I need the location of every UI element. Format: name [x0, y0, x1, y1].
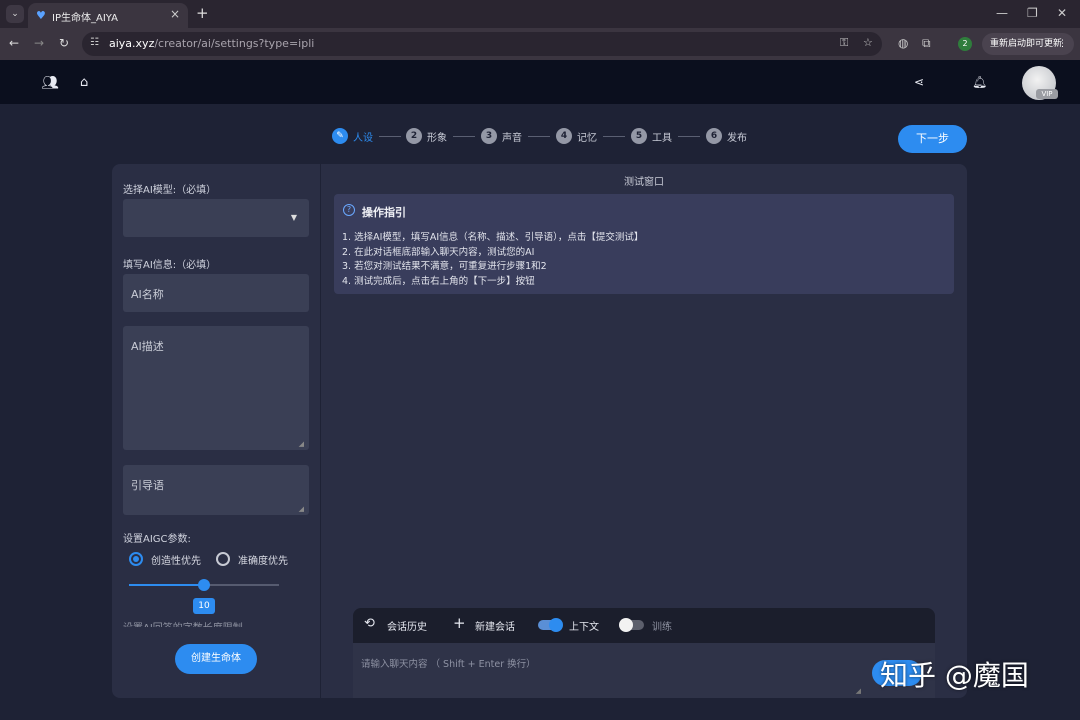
users-icon[interactable]: 👥︎ [41, 75, 59, 91]
step-label: 发布 [727, 133, 747, 144]
step-number: 5 [631, 128, 647, 144]
step-label: 工具 [652, 133, 672, 144]
favicon-icon: ♥ [36, 9, 46, 22]
home-icon[interactable]: ⌂ [80, 75, 88, 90]
guide-title: 操作指引 [362, 206, 406, 219]
step-number: 3 [481, 128, 497, 144]
help-circle-icon: ? [343, 204, 355, 216]
guide-box: ? 操作指引 1. 选择AI模型，填写AI信息（名称、描述、引导语），点击【提交… [334, 194, 954, 294]
history-button[interactable]: 会话历史 [387, 618, 427, 633]
step-connector [678, 136, 700, 137]
address-bar[interactable]: ☷ aiya.xyz/creator/ai/settings?type=ipli… [82, 32, 882, 56]
menu-dots-icon: ⋮ [1058, 39, 1067, 49]
new-chat-button[interactable]: 新建会话 [475, 618, 515, 633]
watermark: 知乎 @魔国 [880, 659, 1029, 692]
edit-icon: ✎ [332, 128, 348, 144]
bookmark-star-icon[interactable]: ☆ [863, 36, 873, 49]
profile-avatar[interactable]: 2 [958, 37, 972, 51]
context-toggle[interactable] [538, 618, 563, 632]
history-icon[interactable]: ⟲ [364, 616, 375, 631]
resize-grip-icon[interactable]: ◢ [299, 505, 304, 513]
resize-grip-icon[interactable]: ◢ [299, 440, 304, 448]
ai-name-input[interactable]: AI名称 [123, 274, 309, 312]
guide-step: 2. 在此对话框底部输入聊天内容，测试您的AI [342, 247, 535, 258]
vip-badge: VIP [1036, 89, 1058, 99]
step-label: 人设 [353, 133, 373, 144]
browser-tab[interactable]: ♥ IP生命体_AIYA × [28, 3, 188, 28]
ai-description-input[interactable]: AI描述 ◢ [123, 326, 309, 450]
new-tab-icon[interactable]: + [196, 4, 209, 22]
url-text: aiya.xyz/creator/ai/settings?type=ipli [109, 37, 315, 50]
step-connector [528, 136, 550, 137]
update-button[interactable]: 重新启动即可更新 ⋮ [982, 33, 1074, 55]
chat-toolbar: ⟲ 会话历史 + 新建会话 上下文 训练 [353, 608, 935, 643]
step-connector [379, 136, 401, 137]
chat-input[interactable]: 请输入聊天内容 （ Shift + Enter 换行） ◢ [353, 643, 935, 698]
share-icon[interactable]: ⋖ [914, 75, 924, 89]
site-info-icon[interactable]: ☷ [90, 37, 99, 48]
bell-icon[interactable]: 🔔︎ [972, 75, 987, 89]
next-step-button[interactable]: 下一步 [898, 125, 967, 153]
tab-title: IP生命体_AIYA [52, 13, 118, 24]
chat-box: ⟲ 会话历史 + 新建会话 上下文 训练 请输入聊天内容 （ Shift + E… [353, 608, 935, 698]
test-window-title: 测试窗口 [624, 177, 664, 188]
context-label: 上下文 [569, 622, 599, 633]
step-label: 形象 [427, 133, 447, 144]
slider-value: 10 [193, 598, 215, 614]
minimize-icon[interactable]: — [996, 6, 1008, 20]
step-connector [603, 136, 625, 137]
key-icon[interactable]: ⚿ [840, 36, 848, 50]
step-number: 4 [556, 128, 572, 144]
train-toggle[interactable] [619, 618, 644, 632]
close-tab-icon[interactable]: × [170, 7, 180, 21]
guide-step: 1. 选择AI模型，填写AI信息（名称、描述、引导语），点击【提交测试】 [342, 232, 644, 243]
app-header: 👥︎ ⌂ ⋖ 🔔︎ [0, 60, 1080, 104]
extension-shield-icon[interactable]: ◍ [898, 36, 908, 50]
length-limit-label: 设置AI回答的字数长度限制 [123, 619, 243, 627]
slider-handle[interactable] [198, 579, 210, 591]
model-select[interactable]: ▼ [123, 199, 309, 237]
browser-tab-bar: ⌄ ♥ IP生命体_AIYA × + — ❐ ✕ [0, 0, 1080, 28]
restore-icon[interactable]: ❐ [1027, 6, 1038, 20]
step-connector [453, 136, 475, 137]
reload-icon[interactable]: ↻ [59, 36, 69, 50]
test-window: 测试窗口 ? 操作指引 1. 选择AI模型，填写AI信息（名称、描述、引导语），… [321, 164, 967, 698]
aigc-label: 设置AIGC参数: [123, 534, 191, 545]
back-icon[interactable]: ← [9, 36, 19, 50]
create-entity-button[interactable]: 创建生命体 [175, 644, 257, 674]
settings-panel: 选择AI模型:（必填） ▼ 填写AI信息:（必填） AI名称 AI描述 ◢ 引导… [112, 164, 320, 698]
forward-icon[interactable]: → [34, 36, 44, 50]
model-label: 选择AI模型:（必填） [123, 185, 217, 196]
info-label: 填写AI信息:（必填） [123, 260, 217, 271]
tab-search-icon[interactable]: ⌄ [6, 5, 24, 23]
guide-step: 4. 测试完成后，点击右上角的【下一步】按钮 [342, 276, 535, 287]
ai-guide-input[interactable]: 引导语 ◢ [123, 465, 309, 515]
browser-toolbar: ← → ↻ ☷ aiya.xyz/creator/ai/settings?typ… [0, 28, 1080, 60]
step-number: 2 [406, 128, 422, 144]
close-window-icon[interactable]: ✕ [1057, 6, 1067, 20]
step-label: 声音 [502, 133, 522, 144]
train-label: 训练 [652, 622, 672, 633]
guide-step: 3. 若您对测试结果不满意，可重复进行步骤1和2 [342, 261, 547, 272]
step-label: 记忆 [577, 133, 597, 144]
plus-icon[interactable]: + [453, 614, 466, 632]
resize-grip-icon[interactable]: ◢ [856, 687, 861, 695]
step-number: 6 [706, 128, 722, 144]
caret-down-icon: ▼ [290, 213, 297, 222]
extensions-puzzle-icon[interactable]: ⧉ [922, 36, 931, 51]
